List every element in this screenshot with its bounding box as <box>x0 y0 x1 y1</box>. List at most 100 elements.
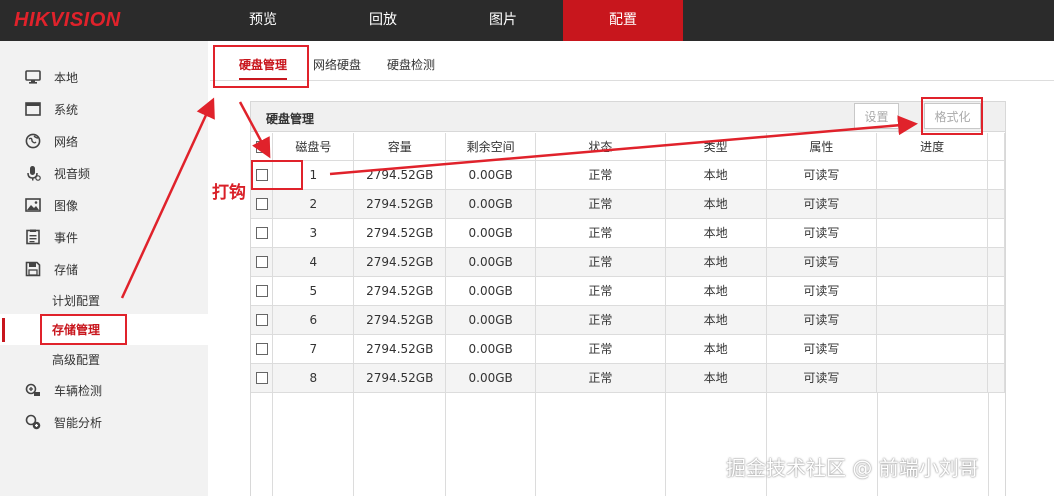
row-spacer <box>987 218 1006 248</box>
sidebar-item-schedule[interactable]: 计划配置 <box>0 285 208 315</box>
row-checkbox[interactable] <box>255 314 268 326</box>
row-checkbox[interactable] <box>255 169 268 181</box>
attribute: 可读写 <box>766 363 878 393</box>
tab-disk-management[interactable]: 硬盘管理 <box>239 56 288 80</box>
column-header: 剩余空间 <box>445 133 537 161</box>
check-annotation-label: 打钩 <box>212 183 246 203</box>
settings-button[interactable]: 设置 <box>854 103 899 129</box>
table-row[interactable]: 4 2794.52GB 0.00GB 正常 本地 可读写 <box>251 247 1006 277</box>
capacity: 2794.52GB <box>353 305 447 335</box>
nav-configuration[interactable]: 配置 <box>563 0 683 41</box>
free-space: 0.00GB <box>445 334 537 364</box>
type: 本地 <box>665 189 767 219</box>
sidebar-item-advanced[interactable]: 高级配置 <box>0 344 208 374</box>
free-space: 0.00GB <box>445 363 537 393</box>
tab-divider <box>210 80 1054 81</box>
row-checkbox[interactable] <box>255 285 268 297</box>
analysis-icon <box>24 413 42 431</box>
capacity: 2794.52GB <box>353 247 447 277</box>
table-row[interactable]: 5 2794.52GB 0.00GB 正常 本地 可读写 <box>251 276 1006 306</box>
row-checkbox[interactable] <box>255 372 268 384</box>
sidebar-item-smart-analysis[interactable]: 智能分析 <box>0 407 208 437</box>
sidebar-item-video-audio[interactable]: 视音频 <box>0 158 208 188</box>
sidebar-item-label: 图像 <box>54 198 79 213</box>
capacity: 2794.52GB <box>353 276 447 306</box>
row-spacer <box>987 247 1006 277</box>
status: 正常 <box>535 334 666 364</box>
sidebar-item-label: 视音频 <box>54 166 91 181</box>
table-row[interactable]: 2 2794.52GB 0.00GB 正常 本地 可读写 <box>251 189 1006 219</box>
row-checkbox[interactable] <box>255 227 268 239</box>
row-spacer <box>987 305 1006 335</box>
disk-table: 磁盘号 容量 剩余空间 状态 类型 属性 进度 1 2794.52GB 0.00… <box>251 133 1006 393</box>
format-button[interactable]: 格式化 <box>924 103 981 129</box>
tab-disk-check[interactable]: 硬盘检测 <box>387 56 435 80</box>
list-icon <box>24 228 42 246</box>
table-row[interactable]: 1 2794.52GB 0.00GB 正常 本地 可读写 <box>251 160 1006 190</box>
sidebar-item-label: 智能分析 <box>54 415 103 430</box>
column-header: 容量 <box>353 133 447 161</box>
sidebar: 本地 系统 网络 视音频 图像 事件 存储 计划配置 存储管理 高级配置 车辆检… <box>0 41 208 496</box>
sidebar-item-storage[interactable]: 存储 <box>0 254 208 284</box>
table-row[interactable]: 7 2794.52GB 0.00GB 正常 本地 可读写 <box>251 334 1006 364</box>
row-spacer <box>987 276 1006 306</box>
table-row[interactable]: 8 2794.52GB 0.00GB 正常 本地 可读写 <box>251 363 1006 393</box>
sidebar-item-storage-management[interactable]: 存储管理 <box>0 314 208 345</box>
progress <box>876 160 988 190</box>
microphone-icon <box>24 164 42 182</box>
capacity: 2794.52GB <box>353 189 447 219</box>
disk-number: 4 <box>272 247 355 277</box>
car-icon <box>24 381 42 399</box>
nav-picture[interactable]: 图片 <box>443 0 563 41</box>
row-spacer <box>987 334 1006 364</box>
sidebar-item-label: 高级配置 <box>52 352 101 367</box>
disk-management-panel: 硬盘管理 设置 格式化 磁盘号 容量 剩余空间 状态 类型 属性 进度 1 27… <box>250 101 1006 496</box>
tab-network-disk[interactable]: 网络硬盘 <box>313 56 361 80</box>
sidebar-item-label: 网络 <box>54 134 79 149</box>
column-header: 属性 <box>766 133 878 161</box>
row-checkbox[interactable] <box>255 343 268 355</box>
sidebar-item-local[interactable]: 本地 <box>0 62 208 92</box>
attribute: 可读写 <box>766 218 878 248</box>
table-row[interactable]: 6 2794.52GB 0.00GB 正常 本地 可读写 <box>251 305 1006 335</box>
attribute: 可读写 <box>766 247 878 277</box>
watermark: 掘金技术社区 @ 前端小刘哥 <box>726 456 979 480</box>
sidebar-item-image[interactable]: 图像 <box>0 190 208 220</box>
sidebar-item-label: 事件 <box>54 230 79 245</box>
sidebar-item-label: 车辆检测 <box>54 383 103 398</box>
select-all-checkbox[interactable] <box>255 140 268 153</box>
sidebar-item-vehicle-detection[interactable]: 车辆检测 <box>0 375 208 405</box>
free-space: 0.00GB <box>445 160 537 190</box>
type: 本地 <box>665 363 767 393</box>
free-space: 0.00GB <box>445 305 537 335</box>
sidebar-item-event[interactable]: 事件 <box>0 222 208 252</box>
row-checkbox[interactable] <box>255 198 268 210</box>
disk-number: 3 <box>272 218 355 248</box>
table-header-row: 磁盘号 容量 剩余空间 状态 类型 属性 进度 <box>251 133 1006 161</box>
row-checkbox[interactable] <box>255 256 268 268</box>
capacity: 2794.52GB <box>353 363 447 393</box>
sidebar-item-network[interactable]: 网络 <box>0 126 208 156</box>
panel-title: 硬盘管理 <box>266 112 315 126</box>
nav-playback[interactable]: 回放 <box>323 0 443 41</box>
status: 正常 <box>535 218 666 248</box>
disk-number: 5 <box>272 276 355 306</box>
sidebar-item-label: 存储 <box>54 262 79 277</box>
progress <box>876 334 988 364</box>
top-bar: HIKVISION 预览 回放 图片 配置 <box>0 0 1054 41</box>
status: 正常 <box>535 305 666 335</box>
sidebar-item-system[interactable]: 系统 <box>0 94 208 124</box>
nav-preview[interactable]: 预览 <box>203 0 323 41</box>
type: 本地 <box>665 334 767 364</box>
progress <box>876 276 988 306</box>
row-spacer <box>987 160 1006 190</box>
progress <box>876 218 988 248</box>
sidebar-item-label: 计划配置 <box>52 293 101 308</box>
sidebar-item-label: 存储管理 <box>52 323 101 337</box>
status: 正常 <box>535 247 666 277</box>
type: 本地 <box>665 160 767 190</box>
free-space: 0.00GB <box>445 276 537 306</box>
progress <box>876 247 988 277</box>
column-header: 状态 <box>535 133 666 161</box>
table-row[interactable]: 3 2794.52GB 0.00GB 正常 本地 可读写 <box>251 218 1006 248</box>
